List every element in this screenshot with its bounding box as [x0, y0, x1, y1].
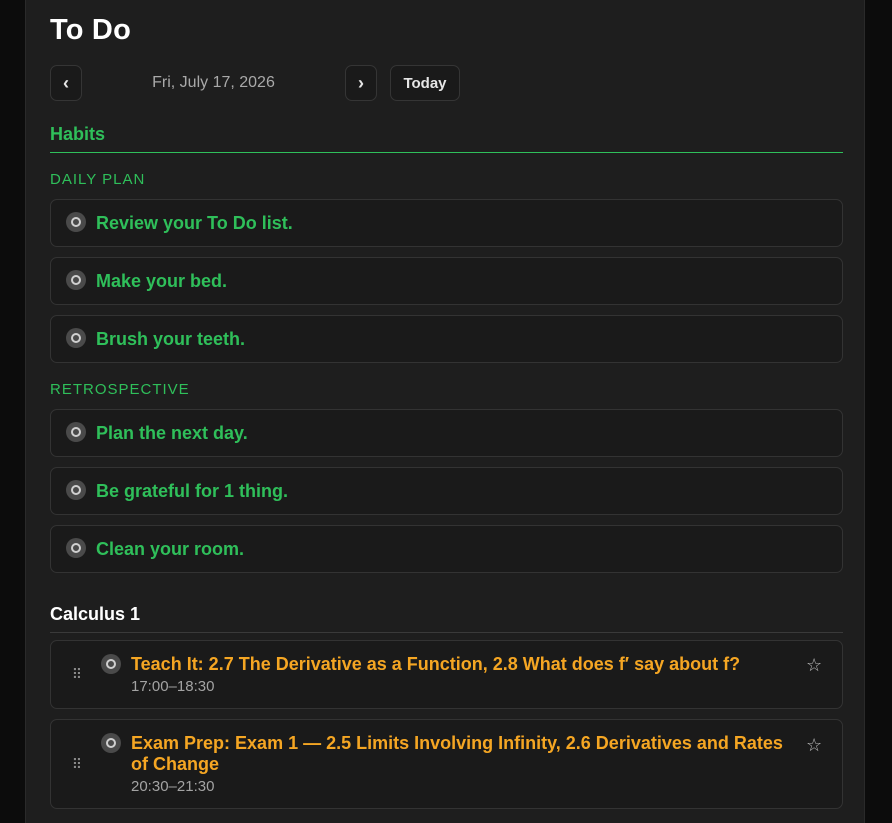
- circle-check-icon[interactable]: [66, 480, 86, 500]
- habit-item[interactable]: Be grateful for 1 thing.: [50, 467, 843, 515]
- habit-item[interactable]: Plan the next day.: [50, 409, 843, 457]
- task-item[interactable]: ⠿ Exam Prep: Exam 1 — 2.5 Limits Involvi…: [50, 719, 843, 809]
- circle-check-icon[interactable]: [66, 212, 86, 232]
- task-title[interactable]: Teach It: 2.7 The Derivative as a Functi…: [131, 654, 801, 675]
- group-label-daily-plan: DAILY PLAN: [50, 171, 146, 188]
- circle-check-icon[interactable]: [101, 733, 121, 753]
- page-title: To Do: [50, 14, 131, 46]
- circle-check-icon[interactable]: [66, 538, 86, 558]
- circle-check-icon[interactable]: [66, 422, 86, 442]
- star-outline-icon[interactable]: ☆: [806, 655, 824, 676]
- current-date: Fri, July 17, 2026: [152, 74, 275, 91]
- habit-label: Review your To Do list.: [96, 213, 293, 233]
- habit-label: Brush your teeth.: [96, 329, 246, 349]
- today-button[interactable]: Today: [390, 65, 460, 101]
- calculus-heading: Calculus 1: [50, 604, 843, 633]
- circle-check-icon[interactable]: [66, 270, 86, 290]
- habit-label: Clean your room.: [96, 539, 245, 559]
- group-label-retrospective: RETROSPECTIVE: [50, 381, 190, 398]
- drag-handle-icon[interactable]: ⠿: [71, 667, 83, 681]
- next-day-button[interactable]: ›: [345, 65, 377, 101]
- habit-item[interactable]: Clean your room.: [50, 525, 843, 573]
- habits-heading: Habits: [50, 124, 843, 153]
- habit-item[interactable]: Make your bed.: [50, 257, 843, 305]
- task-title[interactable]: Exam Prep: Exam 1 — 2.5 Limits Involving…: [131, 733, 801, 775]
- circle-check-icon[interactable]: [101, 654, 121, 674]
- circle-check-icon[interactable]: [66, 328, 86, 348]
- habit-label: Plan the next day.: [96, 423, 248, 443]
- task-time: 20:30–21:30: [131, 778, 215, 795]
- drag-handle-icon[interactable]: ⠿: [71, 757, 83, 771]
- habit-label: Make your bed.: [96, 271, 228, 291]
- task-time: 17:00–18:30: [131, 678, 215, 695]
- habit-item[interactable]: Review your To Do list.: [50, 199, 843, 247]
- prev-day-button[interactable]: ‹: [50, 65, 82, 101]
- todo-panel: To Do ‹ Fri, July 17, 2026 › Today Habit…: [25, 0, 865, 823]
- task-item[interactable]: ⠿ Teach It: 2.7 The Derivative as a Func…: [50, 640, 843, 709]
- habit-item[interactable]: Brush your teeth.: [50, 315, 843, 363]
- star-outline-icon[interactable]: ☆: [806, 735, 824, 756]
- habit-label: Be grateful for 1 thing.: [96, 481, 289, 501]
